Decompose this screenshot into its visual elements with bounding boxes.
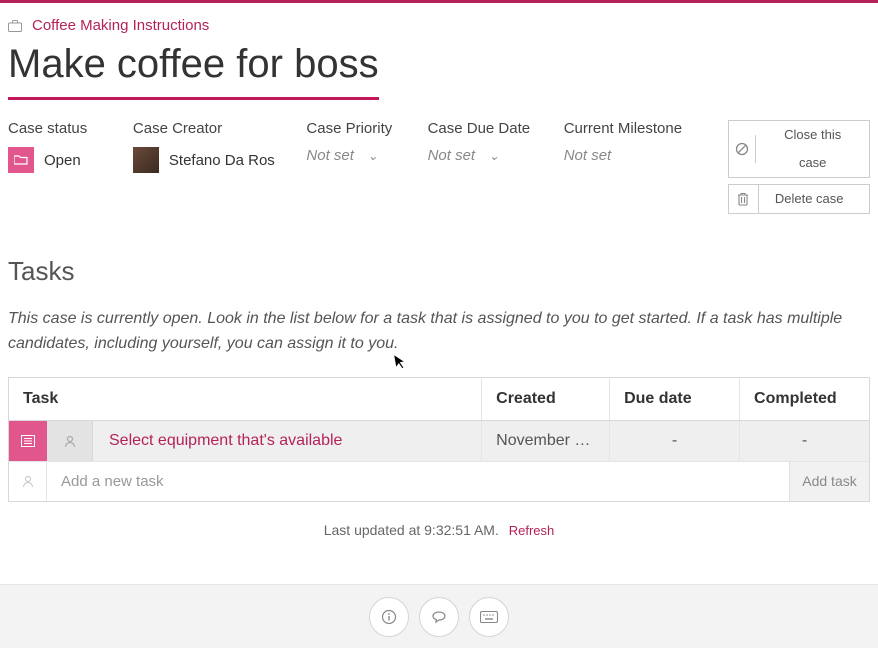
task-link[interactable]: Select equipment that's available xyxy=(93,432,342,450)
chevron-down-icon: ⌄ xyxy=(489,149,499,163)
refresh-link[interactable]: Refresh xyxy=(509,523,555,538)
milestone-value: Not set xyxy=(564,147,704,164)
add-task-button[interactable]: Add task xyxy=(789,462,869,501)
chevron-down-icon: ⌄ xyxy=(368,149,378,163)
milestone-label: Current Milestone xyxy=(564,120,704,137)
status-value: Open xyxy=(44,152,81,169)
breadcrumb-link[interactable]: Coffee Making Instructions xyxy=(32,17,209,34)
delete-case-button[interactable]: Delete case xyxy=(728,184,870,214)
tasks-hint: This case is currently open. Look in the… xyxy=(8,307,870,357)
col-task[interactable]: Task xyxy=(9,377,482,420)
keyboard-button[interactable] xyxy=(469,597,509,637)
table-row[interactable]: Select equipment that's available Novemb… xyxy=(9,420,870,461)
info-button[interactable] xyxy=(369,597,409,637)
status-label: Case status xyxy=(8,120,109,137)
trash-icon xyxy=(729,185,759,213)
add-task-row: Add task xyxy=(9,461,870,502)
col-due[interactable]: Due date xyxy=(610,377,740,420)
last-updated: Last updated at 9:32:51 AM. Refresh xyxy=(8,522,870,538)
chat-button[interactable] xyxy=(419,597,459,637)
briefcase-icon xyxy=(8,20,22,32)
tasks-table: Task Created Due date Completed Select xyxy=(8,377,870,502)
prohibit-icon xyxy=(729,135,757,163)
due-dropdown[interactable]: Not set ⌄ xyxy=(428,147,540,164)
priority-label: Case Priority xyxy=(306,120,403,137)
col-completed[interactable]: Completed xyxy=(740,377,870,420)
task-created: November … xyxy=(482,420,610,461)
footer-bar xyxy=(0,584,878,648)
assignee-icon[interactable] xyxy=(47,421,93,461)
due-label: Case Due Date xyxy=(428,120,540,137)
list-icon xyxy=(9,421,47,461)
breadcrumb: Coffee Making Instructions xyxy=(8,3,870,40)
priority-dropdown[interactable]: Not set ⌄ xyxy=(306,147,403,164)
close-case-button[interactable]: Close this case xyxy=(728,120,870,178)
task-due: - xyxy=(610,420,740,461)
avatar xyxy=(133,147,159,173)
case-meta-row: Case status Open Case Creator Stefano Da… xyxy=(8,120,870,214)
creator-label: Case Creator xyxy=(133,120,282,137)
tasks-heading: Tasks xyxy=(8,256,870,287)
folder-open-icon xyxy=(8,147,34,173)
creator-value: Stefano Da Ros xyxy=(169,152,275,169)
person-icon xyxy=(9,462,47,501)
add-task-input[interactable] xyxy=(47,462,789,501)
task-completed: - xyxy=(740,420,870,461)
col-created[interactable]: Created xyxy=(482,377,610,420)
page-title: Make coffee for boss xyxy=(8,40,379,100)
